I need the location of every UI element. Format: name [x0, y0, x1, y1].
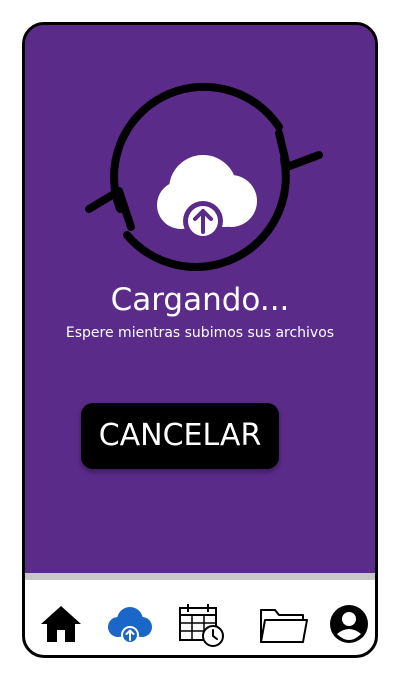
- nav-divider: [25, 573, 375, 580]
- loading-title: Cargando...: [110, 282, 290, 318]
- nav-account[interactable]: [325, 600, 373, 648]
- bottom-navigation: [25, 580, 375, 655]
- upload-screen: Cargando... Espere mientras subimos sus …: [25, 25, 375, 573]
- account-icon: [330, 605, 368, 643]
- phone-frame: Cargando... Espere mientras subimos sus …: [22, 22, 378, 658]
- sync-arrows-icon: [85, 82, 323, 271]
- cloud-upload-icon: [157, 155, 257, 241]
- upload-progress-indicator: [83, 81, 323, 277]
- loading-subtitle: Espere mientras subimos sus archivos: [65, 325, 335, 341]
- cloud-upload-icon: [108, 607, 152, 644]
- cancel-button[interactable]: CANCELAR: [81, 403, 279, 469]
- nav-upload[interactable]: [103, 600, 155, 648]
- nav-calendar[interactable]: [175, 600, 227, 648]
- folder-icon: [260, 609, 308, 643]
- home-icon: [41, 606, 81, 642]
- nav-home[interactable]: [35, 600, 87, 648]
- calendar-clock-icon: [179, 604, 224, 647]
- nav-folder[interactable]: [257, 600, 309, 648]
